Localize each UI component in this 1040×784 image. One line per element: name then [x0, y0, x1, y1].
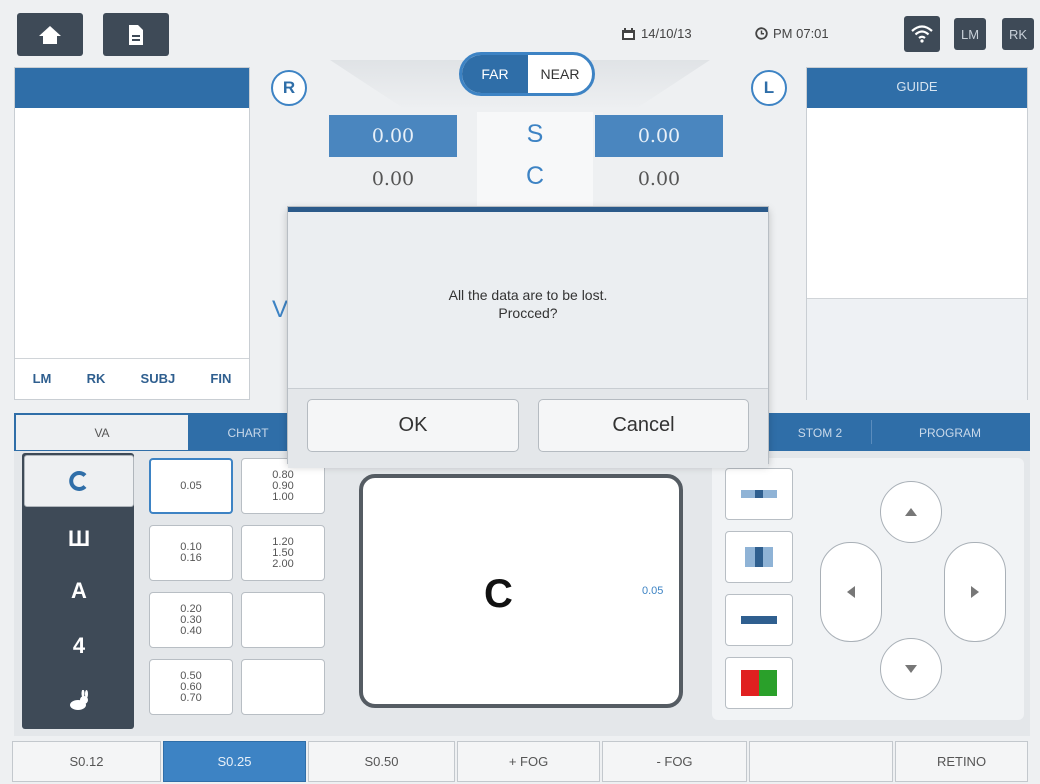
down-button[interactable]: [880, 638, 942, 700]
left-eye-label: L: [763, 78, 775, 97]
retino-button[interactable]: RETINO: [895, 741, 1028, 782]
time-text: PM 07:01: [773, 26, 829, 41]
va-chip-0-20[interactable]: 0.20 0.30 0.40: [149, 592, 233, 648]
landolt-c-icon: [69, 471, 87, 491]
s025-button[interactable]: S0.25: [163, 741, 306, 782]
tab-rk[interactable]: RK: [87, 371, 106, 386]
wifi-button[interactable]: [904, 16, 940, 52]
tab-subj[interactable]: SUBJ: [141, 371, 176, 386]
optotype-e-chart[interactable]: Ш: [24, 513, 134, 565]
date-text: 14/10/13: [641, 26, 692, 41]
near-option[interactable]: NEAR: [528, 55, 592, 93]
up-arrow-icon: [905, 508, 917, 516]
chart-display: [359, 474, 683, 708]
red-green-icon: [741, 670, 777, 696]
tab-fin[interactable]: FIN: [210, 371, 231, 386]
display-optotype: C: [484, 572, 513, 616]
single-line-icon: [741, 490, 777, 498]
guide-panel-title: GUIDE: [807, 68, 1027, 108]
minus-fog-button[interactable]: - FOG: [602, 741, 747, 782]
va-chip-empty-1[interactable]: [241, 592, 325, 648]
lm-label: LM: [960, 26, 980, 42]
tab-lm[interactable]: LM: [33, 371, 52, 386]
left-panel-header: [15, 68, 249, 108]
left-arrow-icon: [847, 586, 855, 598]
va-chip-0-05[interactable]: 0.05: [149, 458, 233, 514]
left-cylinder-value[interactable]: 0.00: [595, 168, 723, 196]
down-arrow-icon: [905, 665, 917, 673]
va-chip-empty-2[interactable]: [241, 659, 325, 715]
wifi-icon: [911, 25, 933, 43]
far-option[interactable]: FAR: [462, 55, 528, 93]
home-icon: [39, 25, 61, 44]
empty-button[interactable]: [749, 741, 893, 782]
left-panel: LM RK SUBJ FIN: [14, 67, 250, 400]
column-icon: [745, 547, 773, 567]
far-near-toggle[interactable]: FAR NEAR: [459, 52, 595, 96]
guide-panel-footer: [807, 298, 1027, 400]
right-sphere-value[interactable]: 0.00: [329, 115, 457, 157]
partial-label: V: [272, 296, 289, 323]
s050-button[interactable]: S0.50: [308, 741, 455, 782]
tab-custom-2[interactable]: STOM 2: [770, 415, 870, 450]
document-button[interactable]: [103, 13, 169, 56]
lm-button[interactable]: LM: [954, 18, 986, 50]
red-green-button[interactable]: [725, 657, 793, 709]
display-acuity-value: 0.05: [642, 585, 664, 597]
column-button[interactable]: [725, 531, 793, 583]
optotype-letter[interactable]: A: [24, 565, 134, 617]
dialog-message-line2: Procced?: [498, 305, 558, 321]
time-display: PM 07:01: [755, 26, 829, 41]
right-cylinder-value[interactable]: 0.00: [329, 168, 457, 196]
optotype-landolt[interactable]: [24, 455, 134, 507]
guide-panel: GUIDE: [806, 67, 1028, 400]
tab-program[interactable]: PROGRAM: [872, 415, 1028, 450]
rk-button[interactable]: RK: [1002, 18, 1034, 50]
tab-va[interactable]: VA: [16, 415, 188, 450]
document-icon: [129, 24, 143, 45]
multi-line-button[interactable]: [725, 594, 793, 646]
dialog-message: All the data are to be lost. Procced?: [288, 286, 768, 322]
cylinder-label: C: [525, 162, 545, 190]
right-arrow-icon: [971, 586, 979, 598]
right-button[interactable]: [944, 542, 1006, 642]
cancel-button[interactable]: Cancel: [538, 399, 749, 452]
ok-button[interactable]: OK: [307, 399, 519, 452]
date-display: 14/10/13: [622, 26, 692, 41]
calendar-icon: [622, 27, 635, 40]
clock-icon: [755, 27, 768, 40]
rk-label: RK: [1008, 26, 1028, 42]
right-eye-button[interactable]: R: [271, 70, 307, 106]
left-sphere-value[interactable]: 0.00: [595, 115, 723, 157]
dialog-message-line1: All the data are to be lost.: [448, 287, 608, 303]
left-button[interactable]: [820, 542, 882, 642]
s012-button[interactable]: S0.12: [12, 741, 161, 782]
home-button[interactable]: [17, 13, 83, 56]
va-chip-1-20[interactable]: 1.20 1.50 2.00: [241, 525, 325, 581]
rabbit-icon: [70, 690, 88, 710]
sphere-label: S: [526, 120, 544, 148]
multi-line-icon: [741, 616, 777, 624]
optotype-picture[interactable]: [24, 675, 134, 727]
left-panel-tabs: LM RK SUBJ FIN: [15, 358, 249, 398]
single-line-button[interactable]: [725, 468, 793, 520]
left-eye-button[interactable]: L: [751, 70, 787, 106]
plus-fog-button[interactable]: + FOG: [457, 741, 600, 782]
va-chip-0-10[interactable]: 0.10 0.16: [149, 525, 233, 581]
up-button[interactable]: [880, 481, 942, 543]
va-chip-0-50[interactable]: 0.50 0.60 0.70: [149, 659, 233, 715]
optotype-number[interactable]: 4: [24, 620, 134, 672]
right-eye-label: R: [282, 78, 296, 97]
